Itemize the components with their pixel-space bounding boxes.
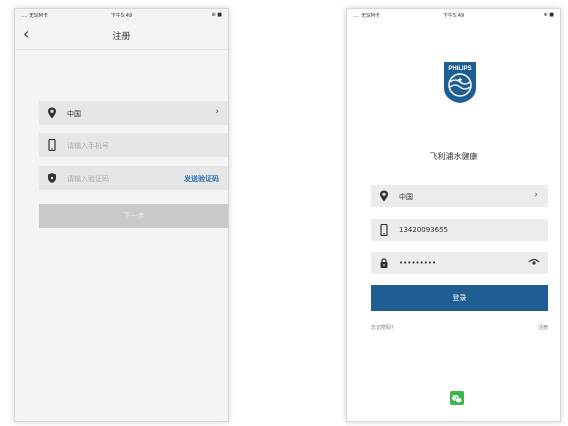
phone-input[interactable]: 13420093655 <box>371 219 548 241</box>
logo-text: PHILIPS <box>448 66 471 72</box>
register-link[interactable]: 注册 <box>538 324 548 331</box>
country-selector[interactable]: 中国 › <box>39 101 228 125</box>
login-button[interactable]: 登录 <box>371 285 548 311</box>
phone-placeholder: 请输入手机号 <box>67 142 109 150</box>
wechat-icon[interactable] <box>450 391 464 405</box>
lock-icon <box>380 258 388 268</box>
page-title: 注册 <box>112 32 131 42</box>
country-value: 中国 <box>67 110 81 118</box>
next-button[interactable]: 下一步 <box>39 204 228 228</box>
status-bar: .... 无SIM卡 下午5:49 ⊕ ■ <box>15 9 228 21</box>
register-screen: .... 无SIM卡 下午5:49 ⊕ ■ ‹ 注册 中国 › 请输入手机号 请… <box>14 8 229 422</box>
code-placeholder: 请输入验证码 <box>67 175 109 183</box>
country-selector[interactable]: 中国 › <box>371 185 548 207</box>
country-value: 中国 <box>399 193 413 201</box>
eye-icon[interactable] <box>528 256 540 268</box>
forgot-password-link[interactable]: 忘记密码? <box>371 324 394 331</box>
status-time: 下午5:49 <box>442 13 465 19</box>
send-code-button[interactable]: 发送验证码 <box>184 174 219 184</box>
password-input[interactable]: ••••••••• <box>371 252 548 274</box>
philips-logo: PHILIPS <box>444 62 476 103</box>
battery-icon: ⊕ ■ <box>543 12 554 18</box>
password-value: ••••••••• <box>399 259 437 267</box>
location-pin-icon <box>380 190 388 202</box>
phone-icon <box>380 224 388 236</box>
wechat-bubbles-icon <box>451 395 463 404</box>
phone-icon <box>48 139 56 151</box>
brand-name: 飞利浦水健康 <box>429 152 478 161</box>
battery-icon: ⊕ ■ <box>211 12 222 18</box>
status-bar: .... 无SIM卡 下午5:49 ⊕ ■ <box>347 9 560 21</box>
shield-icon <box>48 173 56 183</box>
phone-input[interactable]: 请输入手机号 <box>39 133 228 157</box>
phone-value: 13420093655 <box>399 226 448 234</box>
nav-bar: ‹ 注册 <box>15 21 228 50</box>
code-input[interactable]: 请输入验证码 发送验证码 <box>39 166 228 190</box>
chevron-right-icon: › <box>215 107 219 117</box>
chevron-right-icon: › <box>534 190 538 200</box>
status-time: 下午5:49 <box>110 13 133 19</box>
login-screen: .... 无SIM卡 下午5:49 ⊕ ■ PHILIPS 飞利浦水健康 中国 … <box>346 8 561 422</box>
location-pin-icon <box>48 107 56 119</box>
